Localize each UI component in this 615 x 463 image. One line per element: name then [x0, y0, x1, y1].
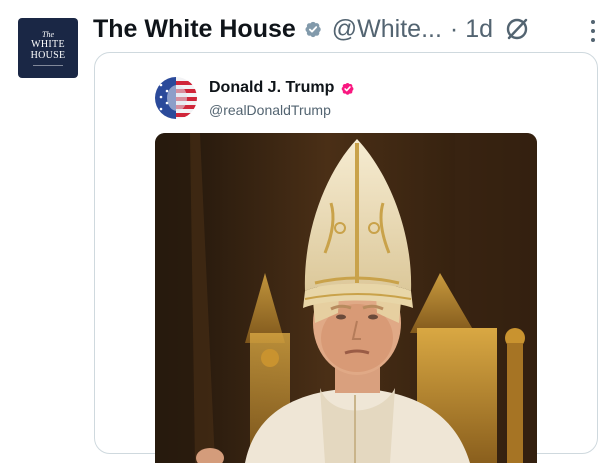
post-header: The White House @White... · 1d: [93, 11, 615, 47]
white-house-avatar[interactable]: The WHITE HOUSE: [18, 18, 78, 78]
quoted-author-name: Donald J. Trump: [209, 79, 335, 96]
more-dot: [591, 20, 595, 24]
quoted-author-handle[interactable]: @realDonaldTrump: [209, 102, 331, 118]
more-dot: [591, 38, 595, 42]
more-options-icon[interactable]: [589, 20, 597, 42]
avatar-text-white: WHITE: [31, 39, 65, 50]
quoted-author-avatar[interactable]: [155, 77, 197, 119]
avatar-text-the: The: [42, 30, 54, 39]
post-timestamp[interactable]: · 1d: [450, 15, 493, 44]
quoted-post-card[interactable]: Donald J. Trump @realDonaldTrump: [94, 52, 598, 463]
avatar-rule: [33, 65, 63, 66]
author-handle[interactable]: @White...: [332, 15, 442, 44]
quoted-author-name-row[interactable]: Donald J. Trump: [209, 79, 356, 97]
grok-icon[interactable]: [503, 15, 531, 43]
author-display-name[interactable]: The White House: [93, 15, 296, 44]
verified-badge-icon[interactable]: [302, 18, 324, 40]
verified-badge-icon: [339, 80, 356, 97]
quoted-post-image[interactable]: [155, 133, 537, 463]
more-dot: [591, 29, 595, 33]
avatar-text-house: HOUSE: [30, 50, 66, 61]
